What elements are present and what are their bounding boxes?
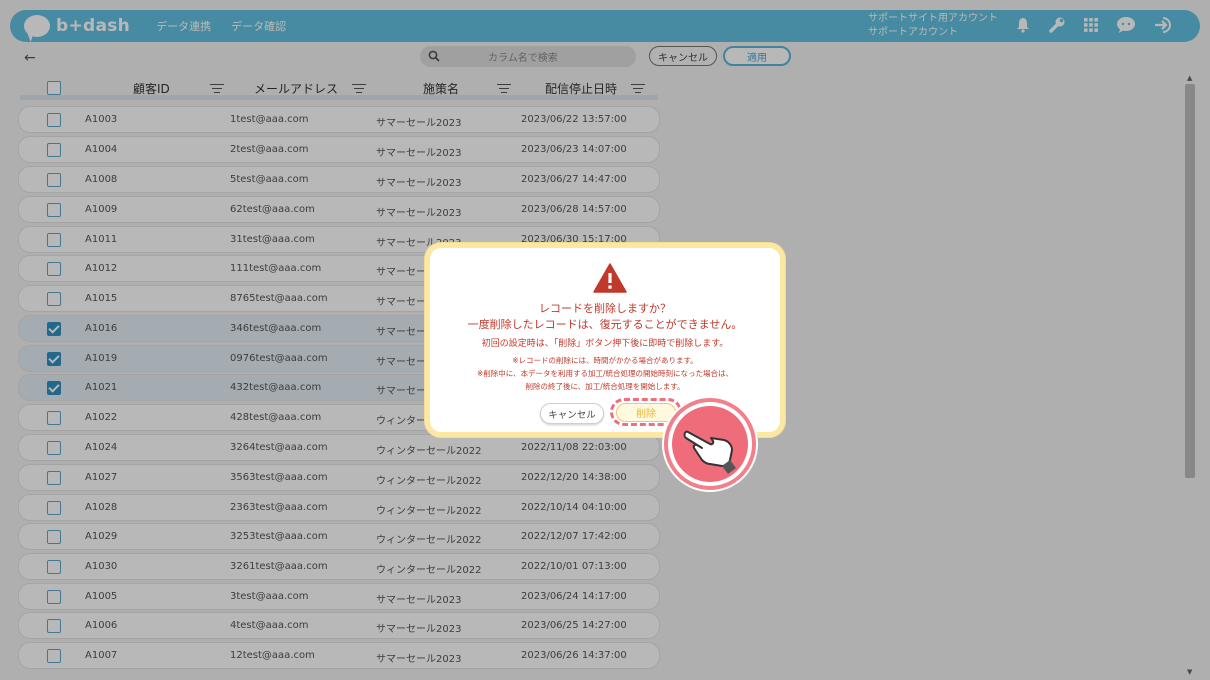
dialog-title: レコードを削除しますか？ 一度削除したレコードは、復元することができません。 (430, 301, 780, 333)
dialog-subtitle-line: 一度削除したレコードは、復元することができません。 (467, 318, 743, 331)
fineprint-line-2: ※削除中に、本データを利用する加工/統合処理の開始時刻になった場合は、 (476, 369, 734, 378)
fineprint-line-1: ※レコードの削除には、時間がかかる場合があります。 (512, 356, 698, 365)
pointing-hand-annotation (664, 398, 756, 490)
dialog-fineprint: ※レコードの削除には、時間がかかる場合があります。 ※削除中に、本データを利用す… (430, 354, 780, 393)
dialog-cancel-button[interactable]: キャンセル (540, 403, 604, 424)
warning-icon (593, 263, 627, 297)
fineprint-line-3: 削除の終了後に、加工/統合処理を開始します。 (525, 382, 685, 391)
dialog-title-line: レコードを削除しますか？ (539, 302, 671, 315)
dialog-delete-button[interactable]: 削除 (616, 403, 676, 422)
dialog-note: 初回の設定時は、「削除」ボタン押下後に即時で削除します。 (481, 339, 729, 349)
pointing-hand-icon (683, 430, 736, 474)
